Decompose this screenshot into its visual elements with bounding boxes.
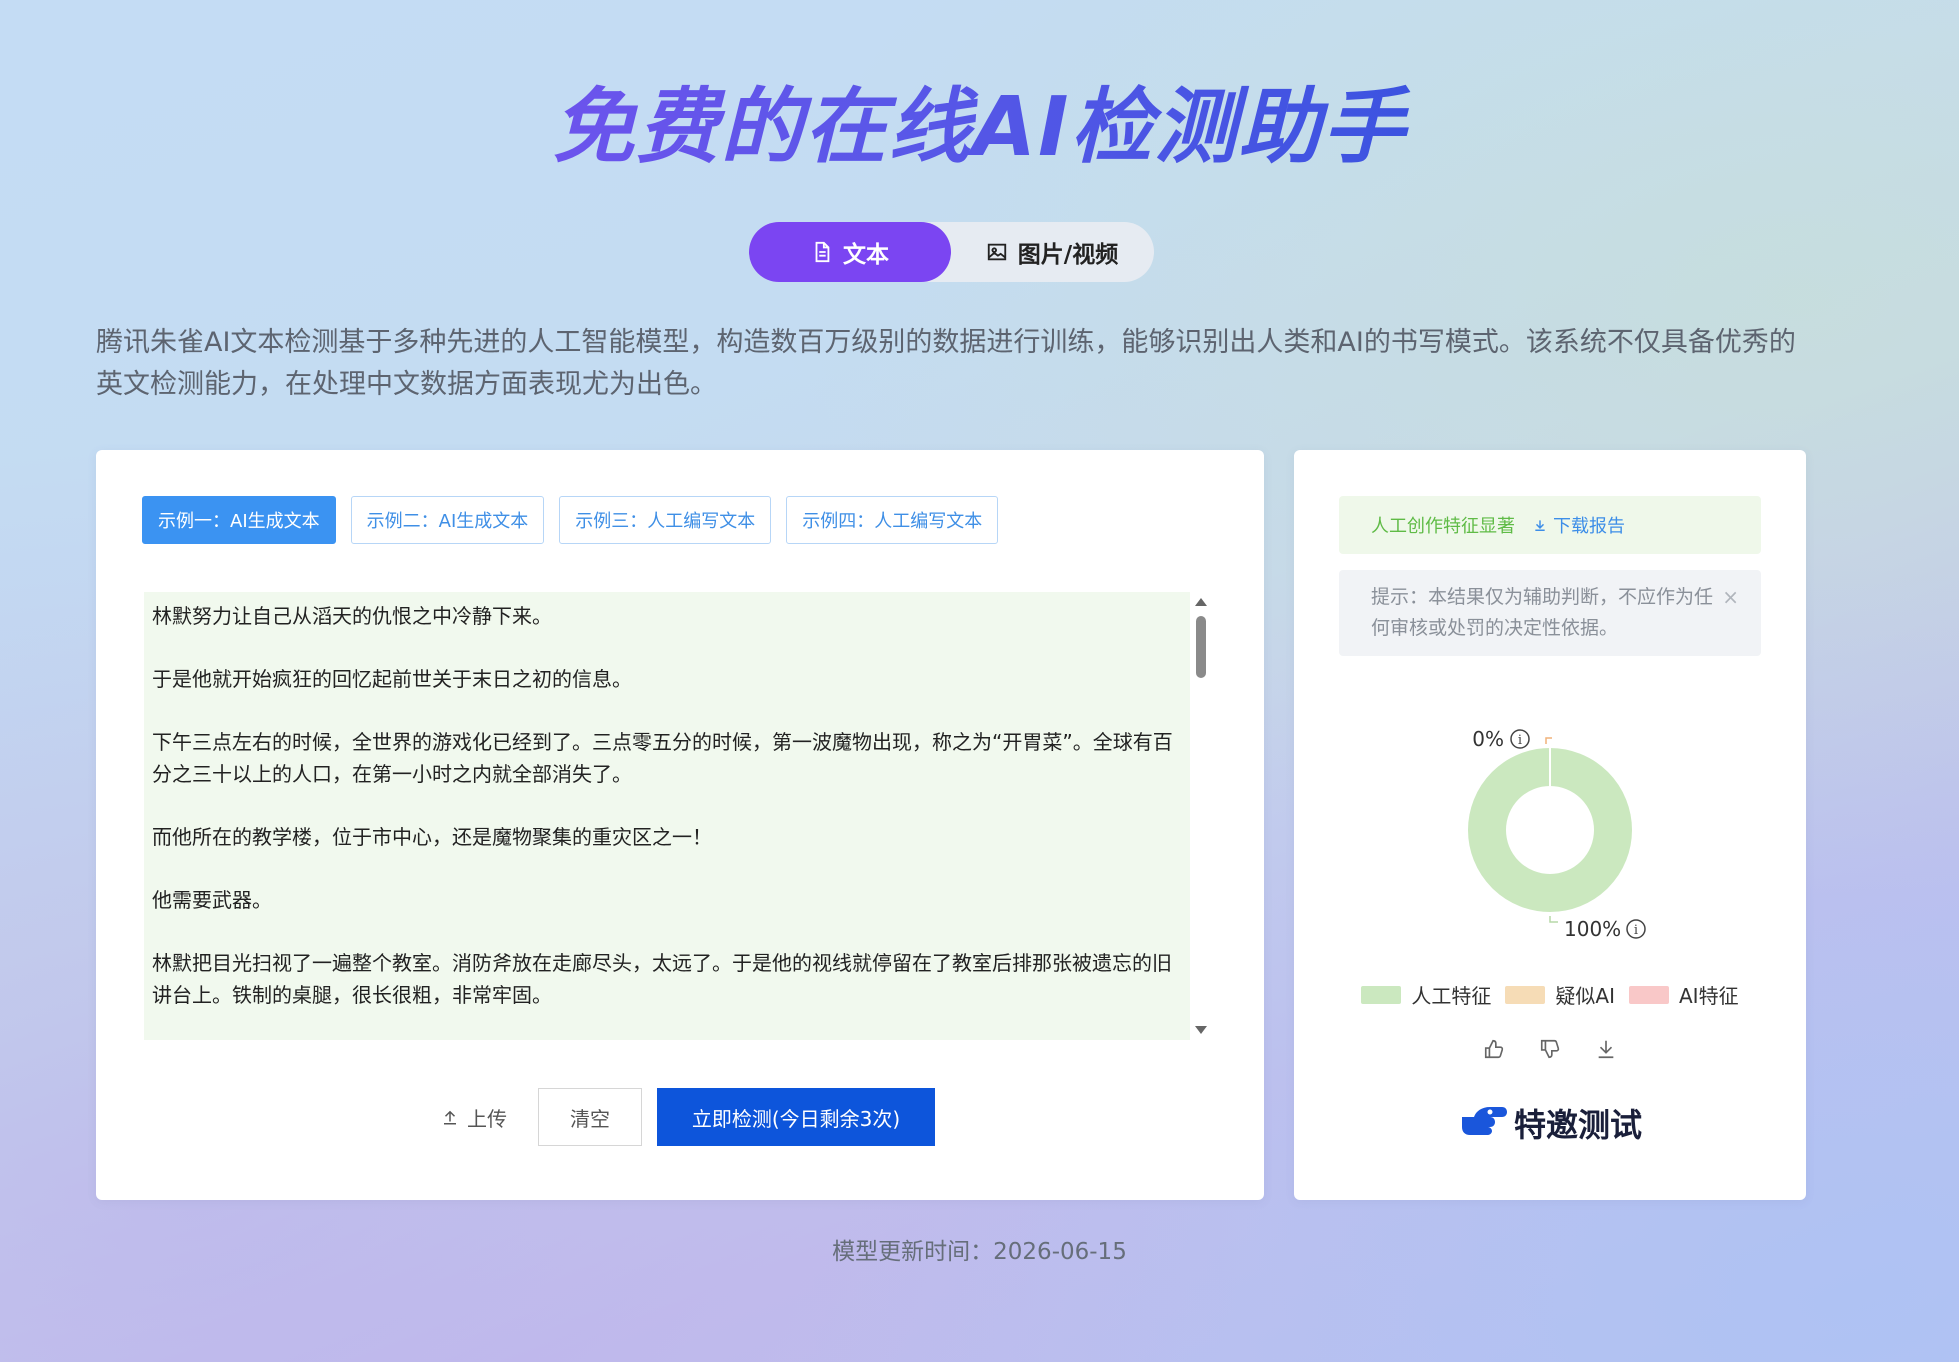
- download-report-link[interactable]: 下载报告: [1533, 512, 1625, 538]
- text-scrollbar[interactable]: [1192, 592, 1210, 1040]
- tab-text-label: 文本: [843, 242, 889, 268]
- scroll-down-arrow[interactable]: [1195, 1026, 1207, 1034]
- text-paragraph: 他需要武器。: [152, 888, 272, 912]
- thumbs-down-icon[interactable]: [1539, 1038, 1561, 1060]
- info-icon[interactable]: i: [1510, 729, 1530, 749]
- download-icon: [1535, 520, 1545, 531]
- tab-text[interactable]: 文本: [749, 222, 951, 282]
- example-1-button[interactable]: 示例一：AI生成文本: [142, 496, 336, 544]
- donut-chart: 0% i 100% i: [1468, 727, 1646, 941]
- result-chart: 0% i 100% i: [1294, 720, 1806, 941]
- text-paragraph: 林默努力让自己从滔天的仇恨之中冷静下来。: [152, 604, 552, 628]
- result-panel: 人工创作特征显著 下载报告 提示：本结果仅为辅助判断，不应作为任何审核或处罚的决…: [1294, 450, 1806, 1200]
- svg-text:i: i: [1518, 733, 1522, 748]
- feedback-row: [1294, 1038, 1806, 1060]
- page-title: 免费的在线AI检测助手: [0, 60, 1959, 179]
- text-paragraph: 而他所在的教学楼，位于市中心，还是魔物聚集的重灾区之一！: [152, 825, 712, 849]
- legend-item[interactable]: 人工特征: [1361, 980, 1491, 1009]
- data-label-100pct: 100%: [1564, 917, 1621, 940]
- example-buttons: 示例一：AI生成文本 示例二：AI生成文本 示例三：人工编写文本 示例四：人工编…: [142, 496, 999, 544]
- text-paragraph: 林默把目光扫视了一遍整个教室。消防斧放在走廊尽头，太远了。于是他的视线就停留在了…: [152, 951, 1172, 1007]
- legend-label: AI特征: [1679, 984, 1739, 1008]
- example-2-button[interactable]: 示例二：AI生成文本: [350, 496, 545, 544]
- result-banner: 人工创作特征显著 下载报告: [1339, 496, 1761, 554]
- svg-text:i: i: [1634, 923, 1638, 938]
- result-verdict: 人工创作特征显著: [1371, 516, 1515, 537]
- input-panel: 示例一：AI生成文本 示例二：AI生成文本 示例三：人工编写文本 示例四：人工编…: [96, 450, 1264, 1200]
- legend-swatch: [1361, 985, 1402, 1004]
- invite-label: 特邀测试: [1513, 1106, 1642, 1144]
- legend-swatch: [1629, 985, 1669, 1004]
- legend-label: 人工特征: [1411, 984, 1492, 1008]
- close-icon[interactable]: ×: [1722, 582, 1739, 613]
- thumbs-up-icon[interactable]: [1483, 1038, 1505, 1060]
- scroll-up-arrow[interactable]: [1195, 598, 1207, 606]
- image-icon: [987, 243, 1006, 261]
- tab-image-video[interactable]: 图片/视频: [951, 222, 1153, 282]
- leader-line: [1549, 916, 1558, 923]
- intro-text: 腾讯朱雀AI文本检测基于多种先进的人工智能模型，构造数百万级别的数据进行训练，能…: [96, 327, 1796, 400]
- legend-label: 疑似AI: [1555, 984, 1615, 1008]
- example-4-button[interactable]: 示例四：人工编写文本: [786, 496, 999, 544]
- model-update-time: 模型更新时间：2026-06-15: [832, 1239, 1127, 1265]
- mode-tabs: 文本 图片/视频: [749, 222, 1154, 282]
- text-input[interactable]: 林默努力让自己从滔天的仇恨之中冷静下来。 于是他就开始疯狂的回忆起前世关于末日之…: [144, 592, 1190, 1040]
- detect-button[interactable]: 立即检测(今日剩余3次): [657, 1088, 935, 1146]
- data-label-0pct: 0%: [1472, 727, 1504, 751]
- tip-box: 提示：本结果仅为辅助判断，不应作为任何审核或处罚的决定性依据。 ×: [1339, 570, 1761, 656]
- upload-icon: [444, 1110, 456, 1125]
- upload-label: 上传: [467, 1106, 507, 1131]
- legend-item[interactable]: AI特征: [1629, 980, 1739, 1009]
- chart-legend: 人工特征 疑似AI AI特征: [1294, 980, 1806, 1009]
- text-paragraph: 于是他就开始疯狂的回忆起前世关于末日之初的信息。: [152, 667, 632, 691]
- action-row: 上传 清空 立即检测(今日剩余3次): [96, 1088, 1264, 1146]
- download-report-label: 下载报告: [1553, 516, 1625, 537]
- tip-text: 提示：本结果仅为辅助判断，不应作为任何审核或处罚的决定性依据。: [1371, 586, 1714, 639]
- example-3-button[interactable]: 示例三：人工编写文本: [559, 496, 772, 544]
- clear-button[interactable]: 清空: [538, 1088, 642, 1146]
- download-icon[interactable]: [1595, 1038, 1617, 1060]
- text-paragraph: 下午三点左右的时候，全世界的游戏化已经到了。三点零五分的时候，第一波魔物出现，称…: [152, 730, 1173, 786]
- scroll-thumb[interactable]: [1196, 616, 1206, 678]
- info-icon[interactable]: i: [1626, 919, 1646, 939]
- legend-swatch: [1505, 985, 1546, 1004]
- invite-test-badge: 特邀测试: [1294, 1100, 1806, 1146]
- document-icon: [815, 241, 830, 263]
- pointing-hand-icon: [1461, 1107, 1507, 1135]
- legend-item[interactable]: 疑似AI: [1505, 980, 1615, 1009]
- tab-image-video-label: 图片/视频: [1017, 242, 1119, 268]
- upload-button[interactable]: 上传: [425, 1088, 523, 1146]
- leader-line: [1545, 737, 1552, 744]
